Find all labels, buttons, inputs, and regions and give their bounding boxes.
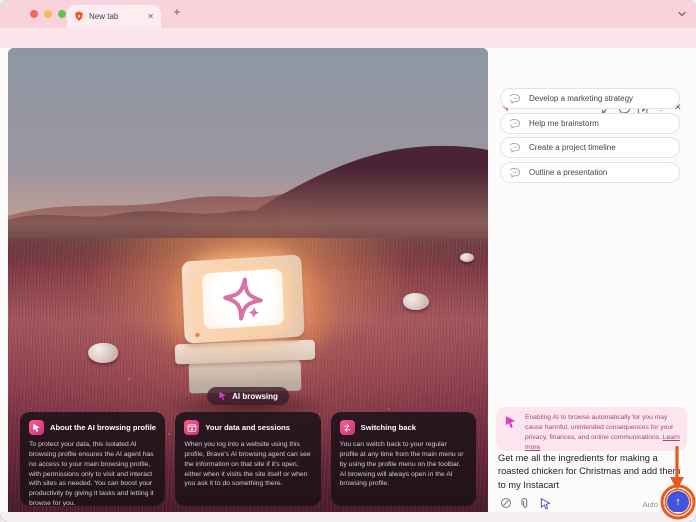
- send-button[interactable]: ↑: [667, 491, 689, 513]
- computer-monitor: [181, 254, 304, 343]
- tab-strip: New tab ✕ +: [0, 0, 696, 28]
- chip-label: Outline a presentation: [529, 168, 607, 177]
- rock: [460, 253, 474, 262]
- tab-close-icon[interactable]: ✕: [147, 12, 154, 21]
- ai-browsing-hero-image: AI browsing About the AI browsing profil…: [8, 48, 488, 512]
- card-body: You can switch back to your regular prof…: [340, 440, 467, 489]
- leo-ai-panel: AI ⋮ ✕ Develop a marketing strategy: [488, 48, 696, 512]
- data-sessions-icon: [184, 420, 199, 435]
- badge-label: AI browsing: [232, 392, 278, 401]
- chip-label: Help me brainstorm: [529, 119, 599, 128]
- chip-label: Create a project timeline: [529, 143, 616, 152]
- prompt-bubble-icon: [510, 143, 521, 153]
- ai-browse-warning: Enabling AI to browse automatically for …: [496, 407, 687, 451]
- attachment-paperclip-icon[interactable]: [519, 497, 530, 510]
- browser-window: New tab ✕ + ↻ Search with Brave or type …: [0, 0, 696, 522]
- send-arrow-icon: ↑: [675, 497, 681, 508]
- card-about-profile: About the AI browsing profile To protect…: [20, 412, 165, 506]
- ai-browsing-badge: AI browsing: [207, 387, 289, 405]
- prompt-bubble-icon: [510, 119, 521, 129]
- warning-text: Enabling AI to browse automatically for …: [525, 414, 673, 441]
- mode-selector[interactable]: Auto: [624, 500, 658, 509]
- tab-title: New tab: [89, 12, 147, 21]
- prompt-bubble-icon: [510, 94, 521, 104]
- rock: [403, 293, 429, 310]
- slash-circle-icon[interactable]: [500, 497, 512, 509]
- tab-search-chevron-icon[interactable]: [677, 9, 687, 19]
- chip-outline-presentation[interactable]: Outline a presentation: [500, 162, 680, 183]
- card-data-sessions: Your data and sessions When you log into…: [175, 412, 320, 506]
- card-title: Switching back: [361, 423, 416, 432]
- traffic-light-zoom[interactable]: [58, 10, 66, 18]
- card-title: About the AI browsing profile: [50, 423, 156, 432]
- sparkle-on-screen-icon: [216, 274, 270, 323]
- tab-new-tab[interactable]: New tab ✕: [67, 5, 161, 28]
- about-profile-icon: [29, 420, 44, 435]
- brave-shield-favicon: [74, 11, 84, 22]
- window-bottom-edge: [0, 512, 696, 522]
- computer-screen: [202, 269, 284, 330]
- rock: [88, 343, 118, 363]
- ai-cursor-icon: [218, 391, 227, 401]
- chip-brainstorm[interactable]: Help me brainstorm: [500, 113, 680, 134]
- card-title: Your data and sessions: [205, 423, 290, 432]
- chip-label: Develop a marketing strategy: [529, 94, 633, 103]
- new-tab-button[interactable]: +: [169, 4, 185, 20]
- traffic-light-close[interactable]: [30, 10, 38, 18]
- pointer-cursor-icon[interactable]: [539, 497, 552, 510]
- card-body: To protect your data, this isolated AI b…: [29, 440, 156, 506]
- chip-marketing-strategy[interactable]: Develop a marketing strategy: [500, 88, 680, 109]
- card-switching-back: Switching back You can switch back to yo…: [331, 412, 476, 506]
- card-body: When you log into a website using this p…: [184, 440, 311, 489]
- prompt-bubble-icon: [510, 168, 521, 178]
- info-cards: About the AI browsing profile To protect…: [20, 412, 476, 506]
- switch-back-icon: [340, 420, 355, 435]
- monitor-logo-dot: [195, 333, 199, 337]
- traffic-light-minimize[interactable]: [44, 10, 52, 18]
- ai-cursor-warning-icon: [504, 415, 517, 429]
- composer-input[interactable]: Get me all the ingredients for making a …: [498, 452, 687, 492]
- toolbar: ↻ Search with Brave or type a URL ⋮: [0, 28, 696, 48]
- chip-project-timeline[interactable]: Create a project timeline: [500, 137, 680, 158]
